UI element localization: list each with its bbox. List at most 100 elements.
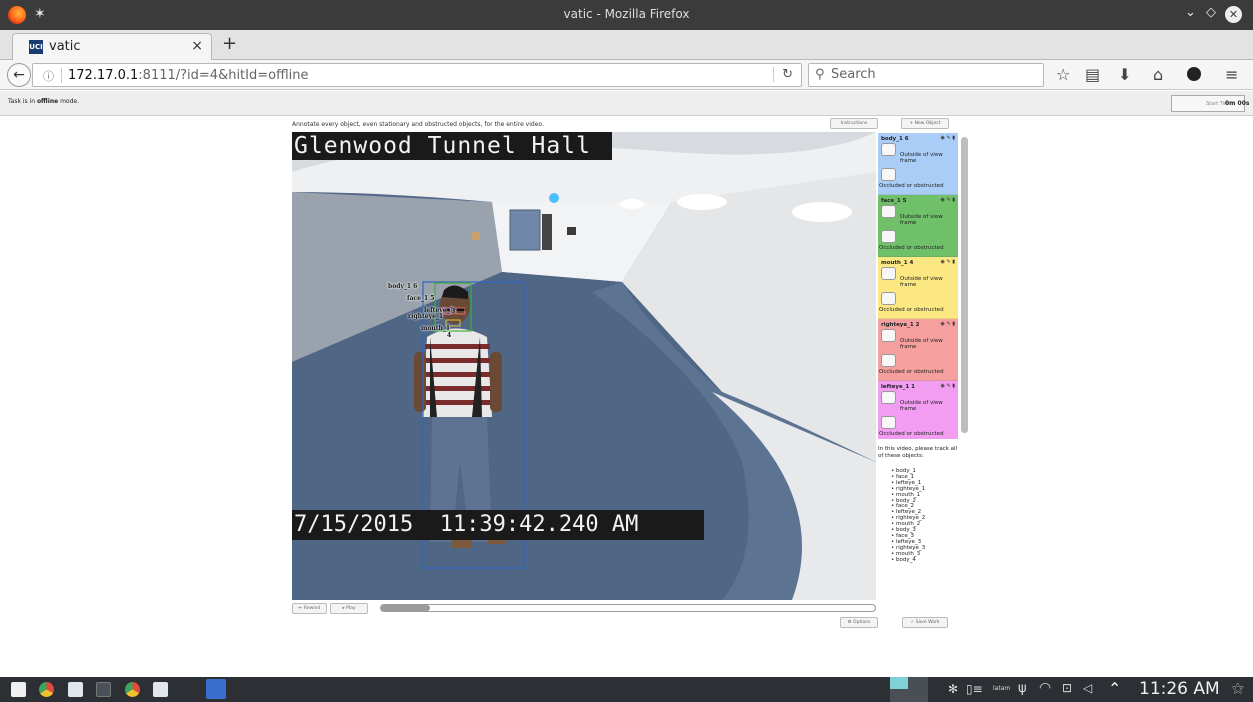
status-prefix: Task is in — [8, 98, 37, 105]
notification-icon[interactable]: ⚝ — [1232, 681, 1244, 696]
volume-icon[interactable]: ◁ — [1083, 681, 1092, 695]
occluded-label: Occluded or obstructed — [879, 183, 944, 189]
box-label-righteye: righteye_1 — [408, 313, 444, 320]
close-icon[interactable]: ✕ — [1225, 6, 1242, 23]
restore-icon[interactable]: ◇ — [1206, 5, 1216, 20]
workspace-indicator[interactable] — [890, 677, 928, 702]
object-actions-icons[interactable]: ◉ ✎ ▮ — [941, 259, 955, 265]
object-list: body_1 6 ◉ ✎ ▮ Outside of view frame Occ… — [878, 133, 958, 439]
object-actions-icons[interactable]: ◉ ✎ ▮ — [941, 383, 955, 389]
workspace-active — [890, 677, 908, 689]
object-name[interactable]: righteye_1 2 — [881, 322, 919, 328]
settings-icon[interactable] — [96, 682, 111, 697]
object-panel-lefteye[interactable]: lefteye_1 1 ◉ ✎ ▮ Outside of view frame … — [878, 381, 958, 439]
chrome-icon[interactable] — [125, 682, 140, 697]
menu-icon[interactable]: ≡ — [1225, 65, 1238, 84]
occluded-checkbox[interactable] — [881, 230, 896, 243]
outside-view-checkbox[interactable] — [881, 329, 896, 342]
track-list: body_1 face_1 lefteye_1 righteye_1 mouth… — [891, 468, 925, 564]
download-icon[interactable]: ⬇ — [1118, 65, 1131, 84]
object-panel-righteye[interactable]: righteye_1 2 ◉ ✎ ▮ Outside of view frame… — [878, 319, 958, 381]
occluded-checkbox[interactable] — [881, 354, 896, 367]
chrome-icon[interactable] — [39, 682, 54, 697]
new-tab-button[interactable]: + — [222, 33, 237, 54]
chevron-up-icon[interactable]: ⌃ — [1108, 679, 1121, 698]
menu-grid-icon[interactable] — [11, 682, 26, 697]
tab-vatic[interactable]: UCI vatic × — [12, 33, 212, 61]
occluded-label: Occluded or obstructed — [879, 369, 944, 375]
task-status-text: Task is in offline mode. — [8, 98, 79, 105]
instructions-button[interactable]: Instructions — [830, 118, 878, 129]
video-frame[interactable]: Glenwood Tunnel Hall 7/15/2015 11:39:42.… — [292, 132, 876, 600]
bluetooth-icon[interactable]: ✻ — [948, 682, 958, 696]
timer-display: 0m 00s — [1225, 100, 1250, 107]
box-label-mouth: mouth_1 — [421, 325, 451, 332]
options-button[interactable]: ⚙ Options — [840, 617, 878, 628]
scrollbar-thumb[interactable] — [961, 137, 968, 433]
files-icon[interactable] — [153, 682, 168, 697]
files-icon[interactable] — [68, 682, 83, 697]
occluded-checkbox[interactable] — [881, 292, 896, 305]
save-work-button[interactable]: ✓ Save Work — [902, 617, 948, 628]
object-actions-icons[interactable]: ◉ ✎ ▮ — [941, 197, 955, 203]
uci-favicon-icon: UCI — [29, 40, 43, 54]
task-status-bar: Task is in offline mode. Start Tim 0m 00… — [0, 91, 1253, 116]
instruction-text: Annotate every object, even stationary a… — [292, 121, 544, 128]
extension-icon[interactable] — [1187, 67, 1201, 81]
outside-view-checkbox[interactable] — [881, 205, 896, 218]
tab-strip: UCI vatic × — [0, 30, 1253, 61]
video-location-overlay: Glenwood Tunnel Hall — [292, 132, 612, 160]
play-button[interactable]: ▸ Play — [330, 603, 368, 614]
clipboard-icon[interactable]: ⊡ — [1062, 681, 1072, 695]
url-text: 172.17.0.1:8111/?id=4&hitId=offline — [68, 68, 309, 83]
options-button-label: Options — [853, 620, 871, 625]
window-title: vatic - Mozilla Firefox — [563, 7, 690, 21]
box-label-eye-count: 3 — [451, 308, 456, 315]
keyboard-layout-indicator[interactable]: latam — [993, 685, 1010, 692]
occluded-checkbox[interactable] — [881, 168, 896, 181]
object-panel-face[interactable]: face_1 5 ◉ ✎ ▮ Outside of view frame Occ… — [878, 195, 958, 257]
outside-view-checkbox[interactable] — [881, 143, 896, 156]
back-button[interactable]: ← — [7, 63, 31, 87]
home-icon[interactable]: ⌂ — [1153, 65, 1163, 84]
wifi-icon[interactable]: ◠ — [1039, 680, 1051, 696]
object-actions-icons[interactable]: ◉ ✎ ▮ — [941, 135, 955, 141]
object-panel-mouth[interactable]: mouth_1 4 ◉ ✎ ▮ Outside of view frame Oc… — [878, 257, 958, 319]
battery-icon[interactable]: ▯≡ — [966, 682, 983, 696]
object-name[interactable]: face_1 5 — [881, 198, 906, 204]
playback-slider[interactable] — [380, 604, 876, 612]
status-suffix: mode. — [58, 98, 79, 105]
bookmark-star-icon[interactable]: ☆ — [1056, 65, 1070, 84]
outside-view-checkbox[interactable] — [881, 391, 896, 404]
object-panel-body[interactable]: body_1 6 ◉ ✎ ▮ Outside of view frame Occ… — [878, 133, 958, 195]
outside-view-label: Outside of view frame — [900, 338, 943, 350]
object-actions-icons[interactable]: ◉ ✎ ▮ — [941, 321, 955, 327]
instructions-button-label: Instructions — [840, 121, 868, 126]
playback-slider-handle[interactable] — [381, 605, 431, 611]
tab-close-icon[interactable]: × — [191, 38, 203, 54]
reading-list-icon[interactable]: ▤ — [1085, 65, 1100, 84]
occluded-label: Occluded or obstructed — [879, 245, 944, 251]
object-list-scrollbar[interactable] — [961, 137, 968, 433]
firefox-icon[interactable] — [206, 679, 226, 699]
outside-view-checkbox[interactable] — [881, 267, 896, 280]
search-bar[interactable]: ⚲ Search — [808, 63, 1044, 87]
info-icon[interactable]: ⓘ — [43, 68, 54, 84]
url-host: 172.17.0.1 — [68, 68, 139, 83]
url-bar[interactable]: ⓘ 172.17.0.1:8111/?id=4&hitId=offline ↻ — [32, 63, 802, 87]
rewind-button[interactable]: ⇤ Rewind — [292, 603, 327, 614]
new-object-button-label: + New Object — [909, 121, 941, 126]
navigation-bar: ← ⓘ 172.17.0.1:8111/?id=4&hitId=offline … — [0, 60, 1253, 90]
occluded-checkbox[interactable] — [881, 416, 896, 429]
object-name[interactable]: lefteye_1 1 — [881, 384, 915, 390]
save-work-button-label: Save Work — [915, 620, 940, 625]
clock[interactable]: 11:26 AM — [1139, 679, 1220, 699]
new-object-button[interactable]: + New Object — [901, 118, 949, 129]
outside-view-label: Outside of view frame — [900, 276, 943, 288]
chevron-down-icon[interactable]: ⌄ — [1185, 5, 1196, 20]
window-titlebar: ✶ vatic - Mozilla Firefox ⌄ ◇ ✕ — [0, 0, 1253, 30]
reload-icon[interactable]: ↻ — [773, 67, 793, 82]
object-name[interactable]: mouth_1 4 — [881, 260, 913, 266]
usb-icon[interactable]: ψ — [1018, 681, 1027, 696]
object-name[interactable]: body_1 6 — [881, 136, 909, 142]
